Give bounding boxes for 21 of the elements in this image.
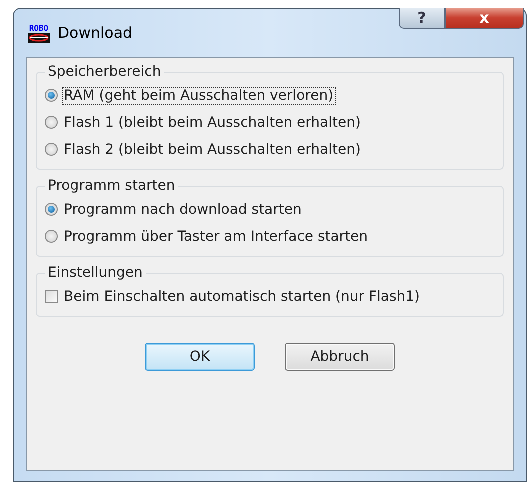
group-title: Einstellungen [47,265,144,281]
ok-button[interactable]: OK [145,343,255,371]
help-button[interactable]: ? [399,8,445,29]
option-label[interactable]: Flash 1 (bleibt beim Ausschalten erhalten) [62,114,363,132]
close-button[interactable]: x [445,8,524,29]
radio-button[interactable] [45,230,58,243]
checkbox[interactable] [45,290,58,303]
group-title: Speicherbereich [47,64,162,80]
option-label[interactable]: RAM (geht beim Ausschalten verloren) [62,86,336,104]
option-label[interactable]: Programm nach download starten [62,200,304,218]
option-label[interactable]: Flash 2 (bleibt beim Ausschalten erhalten) [62,140,363,158]
cancel-button[interactable]: Abbruch [285,343,395,371]
radio-button[interactable] [45,89,58,102]
radio-button[interactable] [45,116,58,129]
window-title: Download [58,24,133,42]
option-label[interactable]: Beim Einschalten automatisch starten (nur Flash1) [62,288,422,306]
radio-button[interactable] [45,143,58,156]
option-label[interactable]: Programm über Taster am Interface starten [62,228,370,246]
radio-button[interactable] [45,203,58,216]
robo-logo: ROBO [26,20,52,46]
group-title: Programm starten [47,178,176,194]
